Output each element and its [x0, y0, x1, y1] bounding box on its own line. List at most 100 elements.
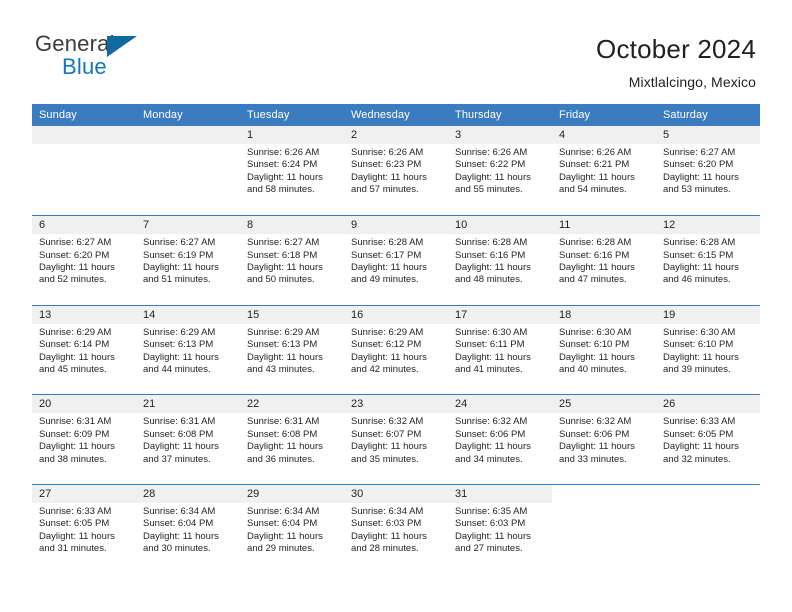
calendar-day-cell[interactable]: 16 Sunrise: 6:29 AM Sunset: 6:12 PM Dayligh… — [344, 304, 448, 395]
calendar-day-cell[interactable]: 9 Sunrise: 6:28 AM Sunset: 6:17 PM Daylight… — [344, 215, 448, 306]
calendar-day-cell[interactable]: 13 Sunrise: 6:29 AM Sunset: 6:14 PM Dayligh… — [32, 304, 136, 395]
daylight-duration-line1: Daylight: 11 hours — [559, 171, 635, 183]
calendar-day-cell[interactable]: 22 Sunrise: 6:31 AM Sunset: 6:08 PM Dayligh… — [240, 394, 344, 485]
sun-times-details: Sunrise: 6:26 AM Sunset: 6:22 PM Daylight:… — [448, 144, 552, 197]
sun-times-details: Sunrise: 6:34 AM Sunset: 6:04 PM Daylight:… — [240, 503, 344, 556]
sunset-time: Sunset: 6:03 PM — [351, 518, 422, 530]
day-number: 13 — [32, 305, 136, 324]
daylight-duration-line2: and 42 minutes. — [351, 363, 419, 375]
calendar-day-cell[interactable]: 31 Sunrise: 6:35 AM Sunset: 6:03 PM Dayligh… — [448, 483, 552, 574]
sunset-time: Sunset: 6:11 PM — [455, 339, 525, 351]
day-number: 2 — [344, 126, 448, 144]
sunset-time: Sunset: 6:05 PM — [663, 428, 734, 440]
logo-text-general: General — [35, 31, 115, 56]
sunset-time: Sunset: 6:16 PM — [559, 249, 630, 261]
calendar-day-cell[interactable]: 18 Sunrise: 6:30 AM Sunset: 6:10 PM Dayligh… — [552, 304, 656, 395]
daylight-duration-line2: and 33 minutes. — [559, 453, 627, 465]
calendar-day-cell[interactable]: 29 Sunrise: 6:34 AM Sunset: 6:04 PM Dayligh… — [240, 483, 344, 574]
daylight-duration-line2: and 29 minutes. — [247, 543, 315, 555]
sunrise-time: Sunrise: 6:26 AM — [351, 147, 424, 158]
calendar-day-cell-empty — [136, 126, 240, 216]
calendar-day-cell[interactable]: 28 Sunrise: 6:34 AM Sunset: 6:04 PM Dayligh… — [136, 483, 240, 574]
calendar-day-cell[interactable]: 21 Sunrise: 6:31 AM Sunset: 6:08 PM Dayligh… — [136, 394, 240, 485]
daylight-duration-line2: and 27 minutes. — [455, 543, 523, 555]
daylight-duration-line1: Daylight: 11 hours — [351, 171, 427, 183]
daylight-duration-line2: and 48 minutes. — [455, 274, 523, 286]
masthead: General Blue October 2024 Mixtlalcingo, … — [0, 0, 792, 104]
sun-times-details: Sunrise: 6:27 AM Sunset: 6:19 PM Daylight:… — [136, 234, 240, 287]
calendar-day-cell[interactable]: 7 Sunrise: 6:27 AM Sunset: 6:19 PM Daylight… — [136, 215, 240, 306]
sunrise-time: Sunrise: 6:30 AM — [455, 326, 528, 338]
daylight-duration-line1: Daylight: 11 hours — [247, 441, 323, 453]
daylight-duration-line1: Daylight: 11 hours — [247, 530, 323, 542]
sun-times-details: Sunrise: 6:33 AM Sunset: 6:05 PM Daylight:… — [32, 503, 136, 556]
calendar-day-cell[interactable]: 30 Sunrise: 6:34 AM Sunset: 6:03 PM Dayligh… — [344, 483, 448, 574]
calendar-day-cell[interactable]: 27 Sunrise: 6:33 AM Sunset: 6:05 PM Dayligh… — [32, 483, 136, 574]
sunrise-time: Sunrise: 6:31 AM — [39, 416, 112, 428]
sunrise-time: Sunrise: 6:34 AM — [351, 505, 424, 517]
daylight-duration-line1: Daylight: 11 hours — [351, 261, 427, 273]
sun-times-details: Sunrise: 6:28 AM Sunset: 6:17 PM Daylight:… — [344, 234, 448, 287]
sun-times-details: Sunrise: 6:35 AM Sunset: 6:03 PM Daylight:… — [448, 503, 552, 556]
calendar-day-cell[interactable]: 6 Sunrise: 6:27 AM Sunset: 6:20 PM Daylight… — [32, 215, 136, 306]
daylight-duration-line1: Daylight: 11 hours — [143, 261, 219, 273]
daylight-duration-line1: Daylight: 11 hours — [559, 441, 635, 453]
sunrise-time: Sunrise: 6:33 AM — [663, 416, 736, 428]
calendar-day-cell[interactable]: 2 Sunrise: 6:26 AM Sunset: 6:23 PM Daylight… — [344, 126, 448, 216]
calendar-day-cell[interactable]: 4 Sunrise: 6:26 AM Sunset: 6:21 PM Daylight… — [552, 126, 656, 216]
weekday-header-tuesday: Tuesday — [240, 104, 344, 126]
calendar-day-cell-empty — [32, 126, 136, 216]
day-number: 3 — [448, 126, 552, 144]
general-blue-logo[interactable]: General Blue — [35, 31, 137, 78]
daylight-duration-line2: and 58 minutes. — [247, 184, 315, 196]
sunrise-time: Sunrise: 6:28 AM — [559, 237, 632, 249]
sunrise-time: Sunrise: 6:29 AM — [247, 326, 320, 338]
calendar-day-cell[interactable]: 11 Sunrise: 6:28 AM Sunset: 6:16 PM Dayligh… — [552, 215, 656, 306]
sunrise-time: Sunrise: 6:32 AM — [351, 416, 424, 428]
sunset-time: Sunset: 6:10 PM — [559, 339, 630, 351]
calendar-day-cell[interactable]: 5 Sunrise: 6:27 AM Sunset: 6:20 PM Daylight… — [656, 126, 760, 216]
calendar-day-cell[interactable]: 3 Sunrise: 6:26 AM Sunset: 6:22 PM Daylight… — [448, 126, 552, 216]
calendar-week-row: 6 Sunrise: 6:27 AM Sunset: 6:20 PM Daylight… — [32, 215, 760, 306]
sunset-time: Sunset: 6:14 PM — [39, 339, 110, 351]
triangle-icon — [107, 36, 137, 57]
calendar-day-cell[interactable]: 25 Sunrise: 6:32 AM Sunset: 6:06 PM Dayligh… — [552, 394, 656, 485]
sunrise-time: Sunrise: 6:27 AM — [143, 237, 216, 249]
daylight-duration-line1: Daylight: 11 hours — [663, 351, 739, 363]
sunset-time: Sunset: 6:04 PM — [247, 518, 318, 530]
sunrise-time: Sunrise: 6:35 AM — [455, 505, 528, 517]
calendar-day-cell[interactable]: 8 Sunrise: 6:27 AM Sunset: 6:18 PM Daylight… — [240, 215, 344, 306]
daylight-duration-line2: and 35 minutes. — [351, 453, 419, 465]
day-number: 10 — [448, 216, 552, 235]
daylight-duration-line1: Daylight: 11 hours — [663, 171, 739, 183]
sun-times-details: Sunrise: 6:28 AM Sunset: 6:15 PM Daylight:… — [656, 234, 760, 287]
sun-times-details: Sunrise: 6:28 AM Sunset: 6:16 PM Daylight:… — [448, 234, 552, 287]
daylight-duration-line2: and 30 minutes. — [143, 543, 211, 555]
calendar-day-cell[interactable]: 10 Sunrise: 6:28 AM Sunset: 6:16 PM Dayligh… — [448, 215, 552, 306]
calendar-day-cell[interactable]: 19 Sunrise: 6:30 AM Sunset: 6:10 PM Dayligh… — [656, 304, 760, 395]
day-number: 19 — [656, 305, 760, 324]
calendar-day-cell[interactable]: 24 Sunrise: 6:32 AM Sunset: 6:06 PM Dayligh… — [448, 394, 552, 485]
daylight-duration-line2: and 55 minutes. — [455, 184, 523, 196]
calendar-day-cell[interactable]: 23 Sunrise: 6:32 AM Sunset: 6:07 PM Dayligh… — [344, 394, 448, 485]
day-number: 6 — [32, 216, 136, 235]
sunset-time: Sunset: 6:23 PM — [351, 159, 422, 171]
sunrise-time: Sunrise: 6:26 AM — [559, 147, 632, 158]
calendar-day-cell[interactable]: 26 Sunrise: 6:33 AM Sunset: 6:05 PM Dayligh… — [656, 394, 760, 485]
daylight-duration-line1: Daylight: 11 hours — [351, 441, 427, 453]
daylight-duration-line2: and 54 minutes. — [559, 184, 627, 196]
calendar-day-cell[interactable]: 12 Sunrise: 6:28 AM Sunset: 6:15 PM Dayligh… — [656, 215, 760, 306]
sun-times-details: Sunrise: 6:28 AM Sunset: 6:16 PM Daylight:… — [552, 234, 656, 287]
sunrise-time: Sunrise: 6:29 AM — [143, 326, 216, 338]
calendar-day-cell[interactable]: 15 Sunrise: 6:29 AM Sunset: 6:13 PM Dayligh… — [240, 304, 344, 395]
sunrise-time: Sunrise: 6:26 AM — [455, 147, 528, 158]
sunset-time: Sunset: 6:04 PM — [143, 518, 214, 530]
calendar-day-cell[interactable]: 20 Sunrise: 6:31 AM Sunset: 6:09 PM Dayligh… — [32, 394, 136, 485]
daylight-duration-line1: Daylight: 11 hours — [455, 171, 531, 183]
sun-times-details: Sunrise: 6:29 AM Sunset: 6:13 PM Daylight:… — [240, 324, 344, 377]
sun-times-details: Sunrise: 6:30 AM Sunset: 6:10 PM Daylight:… — [656, 324, 760, 377]
sunrise-time: Sunrise: 6:31 AM — [247, 416, 320, 428]
calendar-day-cell[interactable]: 1 Sunrise: 6:26 AM Sunset: 6:24 PM Daylight… — [240, 126, 344, 216]
calendar-day-cell[interactable]: 17 Sunrise: 6:30 AM Sunset: 6:11 PM Dayligh… — [448, 304, 552, 395]
calendar-day-cell[interactable]: 14 Sunrise: 6:29 AM Sunset: 6:13 PM Dayligh… — [136, 304, 240, 395]
